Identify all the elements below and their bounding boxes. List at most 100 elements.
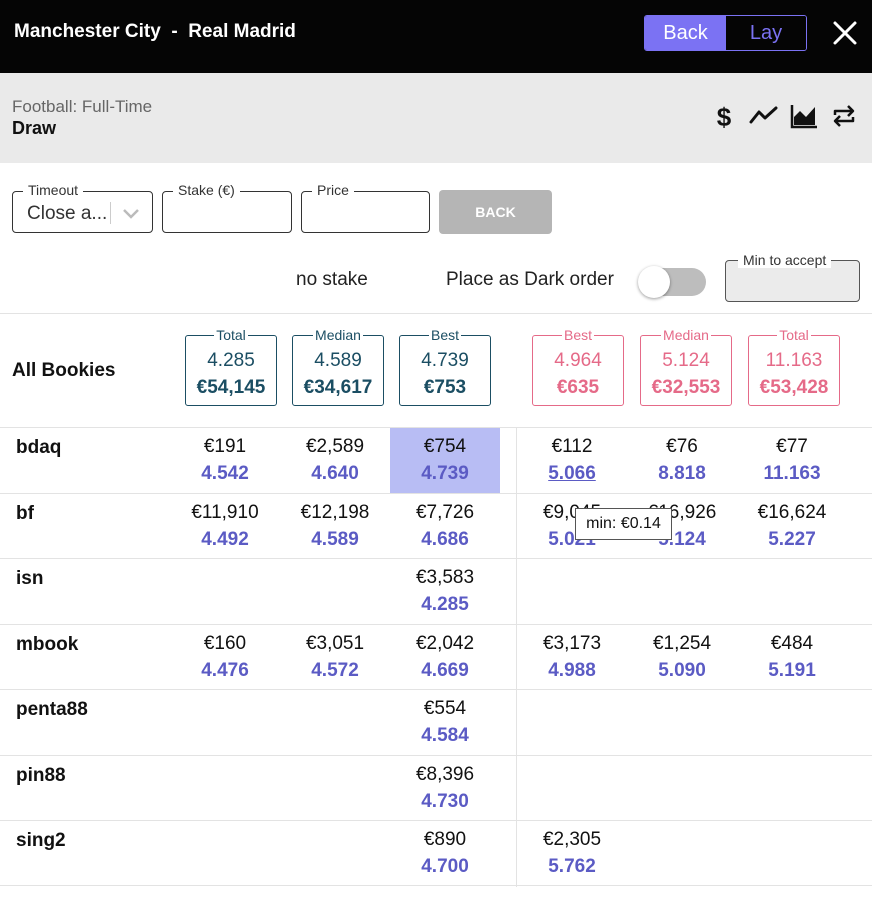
price-label: Price (312, 182, 354, 198)
bookie-name: sing2 (16, 830, 66, 851)
svg-text:$: $ (717, 102, 732, 130)
back-cell[interactable]: €3,583 4.285 (390, 559, 500, 624)
area-chart-icon[interactable] (789, 101, 819, 131)
lay-cell[interactable]: €76 8.818 (627, 428, 737, 493)
lay-total-label: Total (777, 327, 811, 343)
cell-odds: 4.492 (201, 529, 249, 550)
lay-cell[interactable]: €3,173 4.988 (517, 625, 627, 690)
cell-amount: €8,396 (415, 764, 475, 785)
timeout-label: Timeout (23, 182, 84, 198)
no-stake-text: no stake (296, 269, 368, 290)
bookie-name: bdaq (16, 437, 62, 458)
price-field[interactable]: Price (301, 182, 430, 233)
cell-amount: €112 (551, 436, 593, 457)
cell-amount: €3,583 (415, 567, 475, 588)
back-cell[interactable]: €2,589 4.640 (280, 428, 390, 493)
lay-median-box[interactable]: Median 5.124 €32,553 (640, 327, 732, 406)
cell-amount: €2,305 (542, 829, 602, 850)
cell-odds: 8.818 (658, 463, 706, 484)
cell-odds: 4.285 (421, 594, 469, 615)
cell-amount: €754 (423, 436, 467, 457)
back-total-price: 4.285 (207, 350, 255, 371)
cell-amount: €160 (203, 633, 247, 654)
stake-field[interactable]: Stake (€) (162, 182, 292, 233)
cell-amount: €16,624 (757, 502, 827, 523)
cell-odds: 4.669 (421, 660, 469, 681)
back-cell[interactable]: €11,910 4.492 (170, 494, 280, 559)
lay-best-box[interactable]: Best 4.964 €635 (532, 327, 624, 406)
lay-cell[interactable]: €77 11.163 (737, 428, 847, 493)
close-icon (833, 21, 857, 45)
lay-best-price: 4.964 (554, 350, 602, 371)
lay-cell[interactable]: €16,624 5.227 (737, 494, 847, 559)
cell-amount: €76 (666, 436, 698, 457)
back-median-box[interactable]: Median 4.589 €34,617 (292, 327, 384, 406)
market-subtitle: Football: Full-Time (12, 97, 153, 116)
cell-amount: €554 (423, 698, 467, 719)
swap-icon[interactable] (829, 101, 859, 131)
back-submit-button[interactable]: BACK (439, 190, 552, 234)
cell-odds: 4.589 (311, 529, 359, 550)
header-bar: Manchester City - Real Madrid Back Lay (0, 0, 872, 73)
lay-median-amount: €32,553 (651, 377, 721, 398)
cell-odds: 4.739 (421, 463, 469, 484)
stake-label: Stake (€) (173, 182, 240, 198)
lay-median-price: 5.124 (662, 350, 710, 371)
dark-order-label: Place as Dark order (446, 269, 614, 290)
select-separator (110, 202, 111, 224)
timeout-value: Close a... (27, 203, 108, 224)
cell-amount: €191 (203, 436, 247, 457)
line-chart-icon[interactable] (749, 101, 779, 131)
back-best-amount: €753 (423, 377, 467, 398)
back-cell[interactable]: €8,396 4.730 (390, 756, 500, 821)
bookie-name: pin88 (16, 765, 66, 786)
back-cell[interactable]: €191 4.542 (170, 428, 280, 493)
lay-cell[interactable]: €2,305 5.762 (517, 821, 627, 886)
cell-amount: €2,589 (305, 436, 365, 457)
back-best-price: 4.739 (421, 350, 469, 371)
cell-amount: €3,173 (542, 633, 602, 654)
lay-cell[interactable]: €112 5.066 (517, 428, 627, 493)
back-cell[interactable]: €3,051 4.572 (280, 625, 390, 690)
cell-odds: 4.700 (421, 856, 469, 877)
lay-toggle-button[interactable]: Lay (726, 16, 806, 50)
cell-amount: €1,254 (652, 633, 712, 654)
back-toggle-button[interactable]: Back (645, 16, 726, 50)
market-name: Draw (12, 118, 57, 138)
cell-amount: €12,198 (300, 502, 370, 523)
back-total-label: Total (214, 327, 248, 343)
timeout-select[interactable]: Timeout Close a... (12, 182, 153, 233)
cell-odds: 5.191 (768, 660, 816, 681)
cell-odds: 5.227 (768, 529, 816, 550)
divider (0, 313, 872, 314)
cell-odds: 4.584 (421, 725, 469, 746)
switch-knob[interactable] (638, 266, 670, 298)
bookie-name: penta88 (16, 699, 88, 720)
cell-odds: 4.730 (421, 791, 469, 812)
dollar-icon[interactable]: $ (709, 101, 739, 131)
back-cell[interactable]: €554 4.584 (390, 690, 500, 755)
back-cell[interactable]: €2,042 4.669 (390, 625, 500, 690)
back-cell[interactable]: €160 4.476 (170, 625, 280, 690)
bookie-name: isn (16, 568, 44, 589)
min-accept-field[interactable]: Min to accept (725, 252, 860, 302)
min-stake-tooltip: min: €0.14 (575, 508, 672, 540)
lay-total-box[interactable]: Total 11.163 €53,428 (748, 327, 840, 406)
close-button[interactable] (830, 18, 860, 48)
bookie-row-sing2: sing2 €890 4.700 €2,305 5.762 (0, 820, 872, 886)
lay-cell[interactable]: €484 5.191 (737, 625, 847, 690)
cell-odds: 5.762 (548, 856, 596, 877)
cell-odds: 4.542 (201, 463, 249, 484)
market-bar: Football: Full-Time Draw $ (0, 73, 872, 163)
chevron-down-icon[interactable] (121, 203, 141, 223)
back-best-box[interactable]: Best 4.739 €753 (399, 327, 491, 406)
lay-cell[interactable]: €1,254 5.090 (627, 625, 737, 690)
back-cell[interactable]: €7,726 4.686 (390, 494, 500, 559)
back-cell[interactable]: €890 4.700 (390, 821, 500, 886)
back-total-box[interactable]: Total 4.285 €54,145 (185, 327, 277, 406)
cell-amount: €11,910 (191, 502, 259, 523)
back-cell[interactable]: €12,198 4.589 (280, 494, 390, 559)
back-cell-selected[interactable]: €754 4.739 (390, 428, 500, 493)
bookie-row-bf: bf €11,910 4.492 €12,198 4.589 €7,726 4.… (0, 493, 872, 559)
min-accept-label: Min to accept (738, 252, 832, 268)
